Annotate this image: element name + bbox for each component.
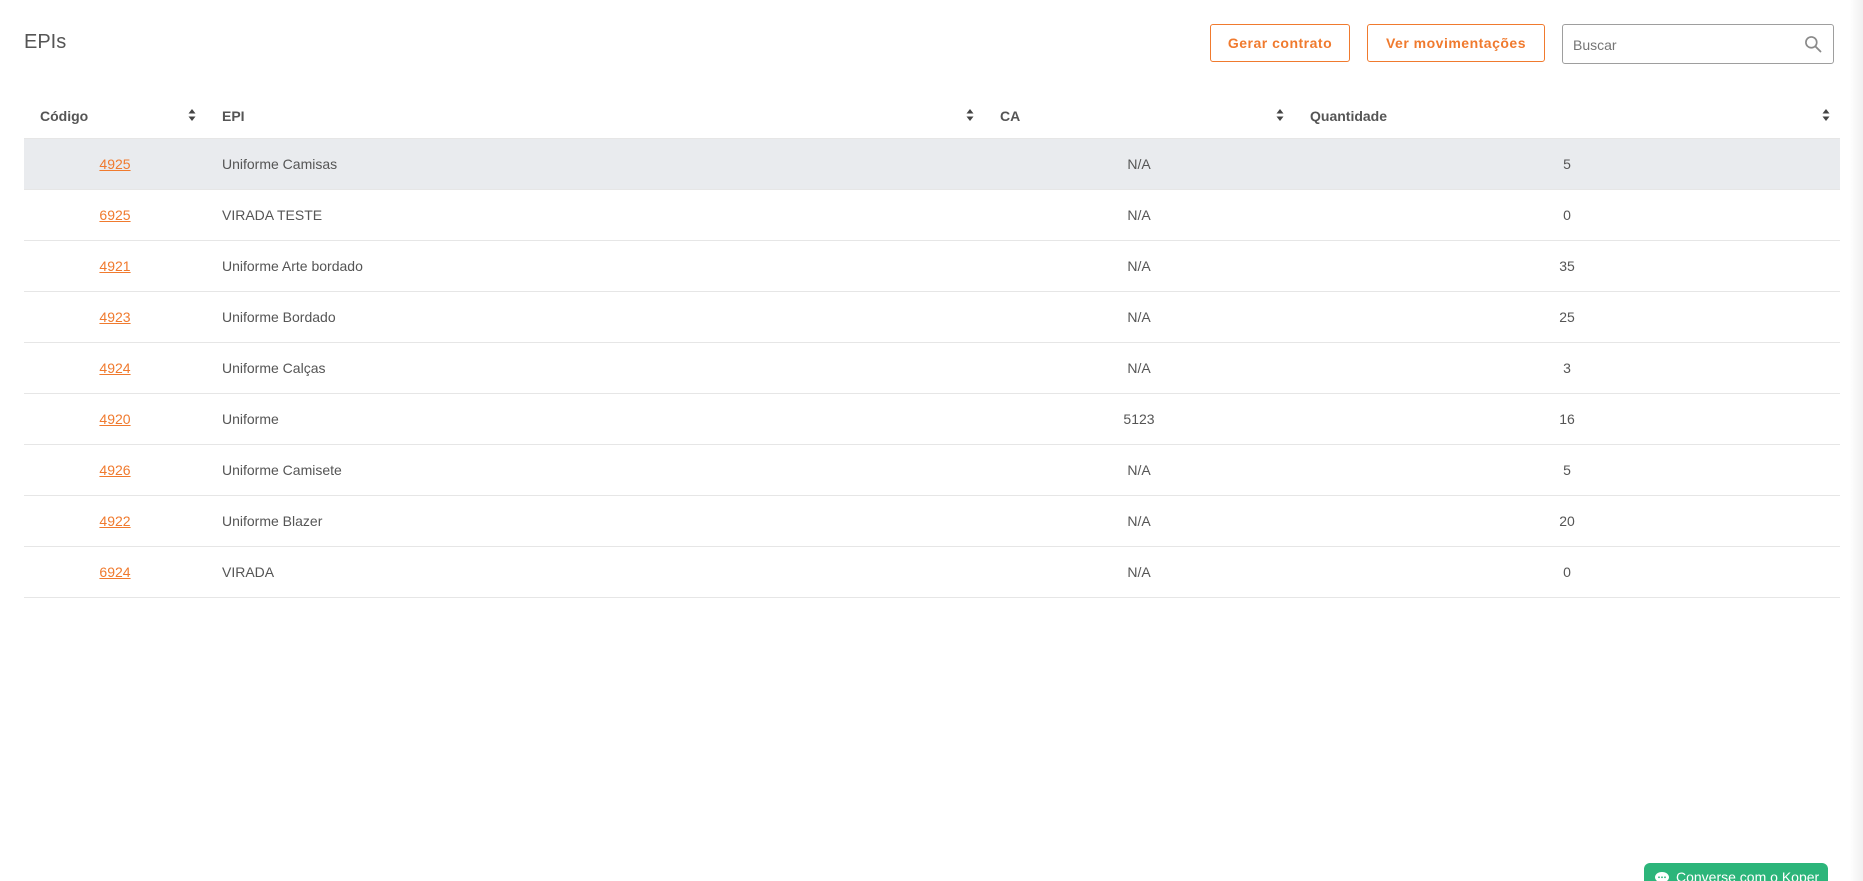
codigo-link[interactable]: 4920 xyxy=(99,411,130,427)
codigo-link[interactable]: 6924 xyxy=(99,564,130,580)
cell-ca: N/A xyxy=(984,495,1294,547)
search-icon[interactable] xyxy=(1803,34,1823,54)
cell-ca: N/A xyxy=(984,189,1294,241)
table-row[interactable]: 4926 Uniforme Camisete N/A 5 xyxy=(24,444,1840,496)
cell-codigo: 4922 xyxy=(24,495,206,547)
table-row[interactable]: 4923 Uniforme Bordado N/A 25 xyxy=(24,291,1840,343)
cell-codigo: 4926 xyxy=(24,444,206,496)
column-header-epi[interactable]: EPI xyxy=(206,93,984,139)
table-row[interactable]: 4922 Uniforme Blazer N/A 20 xyxy=(24,495,1840,547)
table-header-row: Código EPI CA Quantidade xyxy=(24,93,1840,139)
cell-quantidade: 0 xyxy=(1294,189,1840,241)
cell-codigo: 4920 xyxy=(24,393,206,445)
search-box xyxy=(1562,24,1834,65)
table-row[interactable]: 6924 VIRADA N/A 0 xyxy=(24,546,1840,598)
cell-epi: Uniforme Calças xyxy=(206,342,984,394)
page-header: EPIs Gerar contrato Ver movimentações xyxy=(24,24,1863,65)
chat-button-label: Converse com o Koper xyxy=(1676,869,1820,881)
cell-codigo: 6924 xyxy=(24,546,206,598)
search-input[interactable] xyxy=(1571,25,1795,65)
chat-button[interactable]: Converse com o Koper xyxy=(1644,863,1828,881)
column-header-label: Código xyxy=(40,107,89,124)
cell-quantidade: 20 xyxy=(1294,495,1840,547)
sort-icon[interactable] xyxy=(188,108,196,122)
codigo-link[interactable]: 6925 xyxy=(99,207,130,223)
codigo-link[interactable]: 4922 xyxy=(99,513,130,529)
cell-epi: Uniforme Bordado xyxy=(206,291,984,343)
codigo-link[interactable]: 4921 xyxy=(99,258,130,274)
codigo-link[interactable]: 4926 xyxy=(99,462,130,478)
page: EPIs Gerar contrato Ver movimentações Có… xyxy=(0,0,1863,881)
cell-codigo: 6925 xyxy=(24,189,206,241)
sort-icon[interactable] xyxy=(1822,108,1830,122)
cell-quantidade: 16 xyxy=(1294,393,1840,445)
gerar-contrato-button[interactable]: Gerar contrato xyxy=(1210,24,1350,62)
cell-codigo: 4923 xyxy=(24,291,206,343)
cell-epi: Uniforme Arte bordado xyxy=(206,240,984,292)
sort-icon[interactable] xyxy=(966,108,974,122)
cell-ca: N/A xyxy=(984,240,1294,292)
table-row[interactable]: 4924 Uniforme Calças N/A 3 xyxy=(24,342,1840,394)
cell-ca: N/A xyxy=(984,444,1294,496)
cell-ca: N/A xyxy=(984,138,1294,190)
epis-table: Código EPI CA Quantidade 4925 Uniforme C… xyxy=(24,93,1840,598)
column-header-label: Quantidade xyxy=(1310,107,1388,124)
sort-icon[interactable] xyxy=(1276,108,1284,122)
cell-quantidade: 35 xyxy=(1294,240,1840,292)
column-header-ca[interactable]: CA xyxy=(984,93,1294,139)
table-row[interactable]: 4920 Uniforme 5123 16 xyxy=(24,393,1840,445)
cell-codigo: 4924 xyxy=(24,342,206,394)
column-header-codigo[interactable]: Código xyxy=(24,93,206,139)
cell-codigo: 4921 xyxy=(24,240,206,292)
cell-ca: 5123 xyxy=(984,393,1294,445)
cell-quantidade: 5 xyxy=(1294,138,1840,190)
cell-quantidade: 3 xyxy=(1294,342,1840,394)
cell-codigo: 4925 xyxy=(24,138,206,190)
chat-bubble-icon xyxy=(1655,872,1669,881)
table-row[interactable]: 6925 VIRADA TESTE N/A 0 xyxy=(24,189,1840,241)
cell-quantidade: 25 xyxy=(1294,291,1840,343)
cell-ca: N/A xyxy=(984,342,1294,394)
cell-quantidade: 5 xyxy=(1294,444,1840,496)
codigo-link[interactable]: 4924 xyxy=(99,360,130,376)
cell-ca: N/A xyxy=(984,546,1294,598)
table-row[interactable]: 4921 Uniforme Arte bordado N/A 35 xyxy=(24,240,1840,292)
codigo-link[interactable]: 4925 xyxy=(99,156,130,172)
cell-epi: VIRADA xyxy=(206,546,984,598)
right-edge-shadow xyxy=(1849,0,1863,881)
ver-movimentacoes-button[interactable]: Ver movimentações xyxy=(1367,24,1545,62)
table-row[interactable]: 4925 Uniforme Camisas N/A 5 xyxy=(24,138,1840,190)
cell-epi: Uniforme xyxy=(206,393,984,445)
column-header-label: CA xyxy=(1000,107,1021,124)
cell-epi: Uniforme Camisas xyxy=(206,138,984,190)
cell-epi: Uniforme Camisete xyxy=(206,444,984,496)
cell-quantidade: 0 xyxy=(1294,546,1840,598)
codigo-link[interactable]: 4923 xyxy=(99,309,130,325)
cell-ca: N/A xyxy=(984,291,1294,343)
cell-epi: Uniforme Blazer xyxy=(206,495,984,547)
column-header-quantidade[interactable]: Quantidade xyxy=(1294,93,1840,139)
column-header-label: EPI xyxy=(222,107,245,124)
page-title: EPIs xyxy=(24,31,67,53)
cell-epi: VIRADA TESTE xyxy=(206,189,984,241)
